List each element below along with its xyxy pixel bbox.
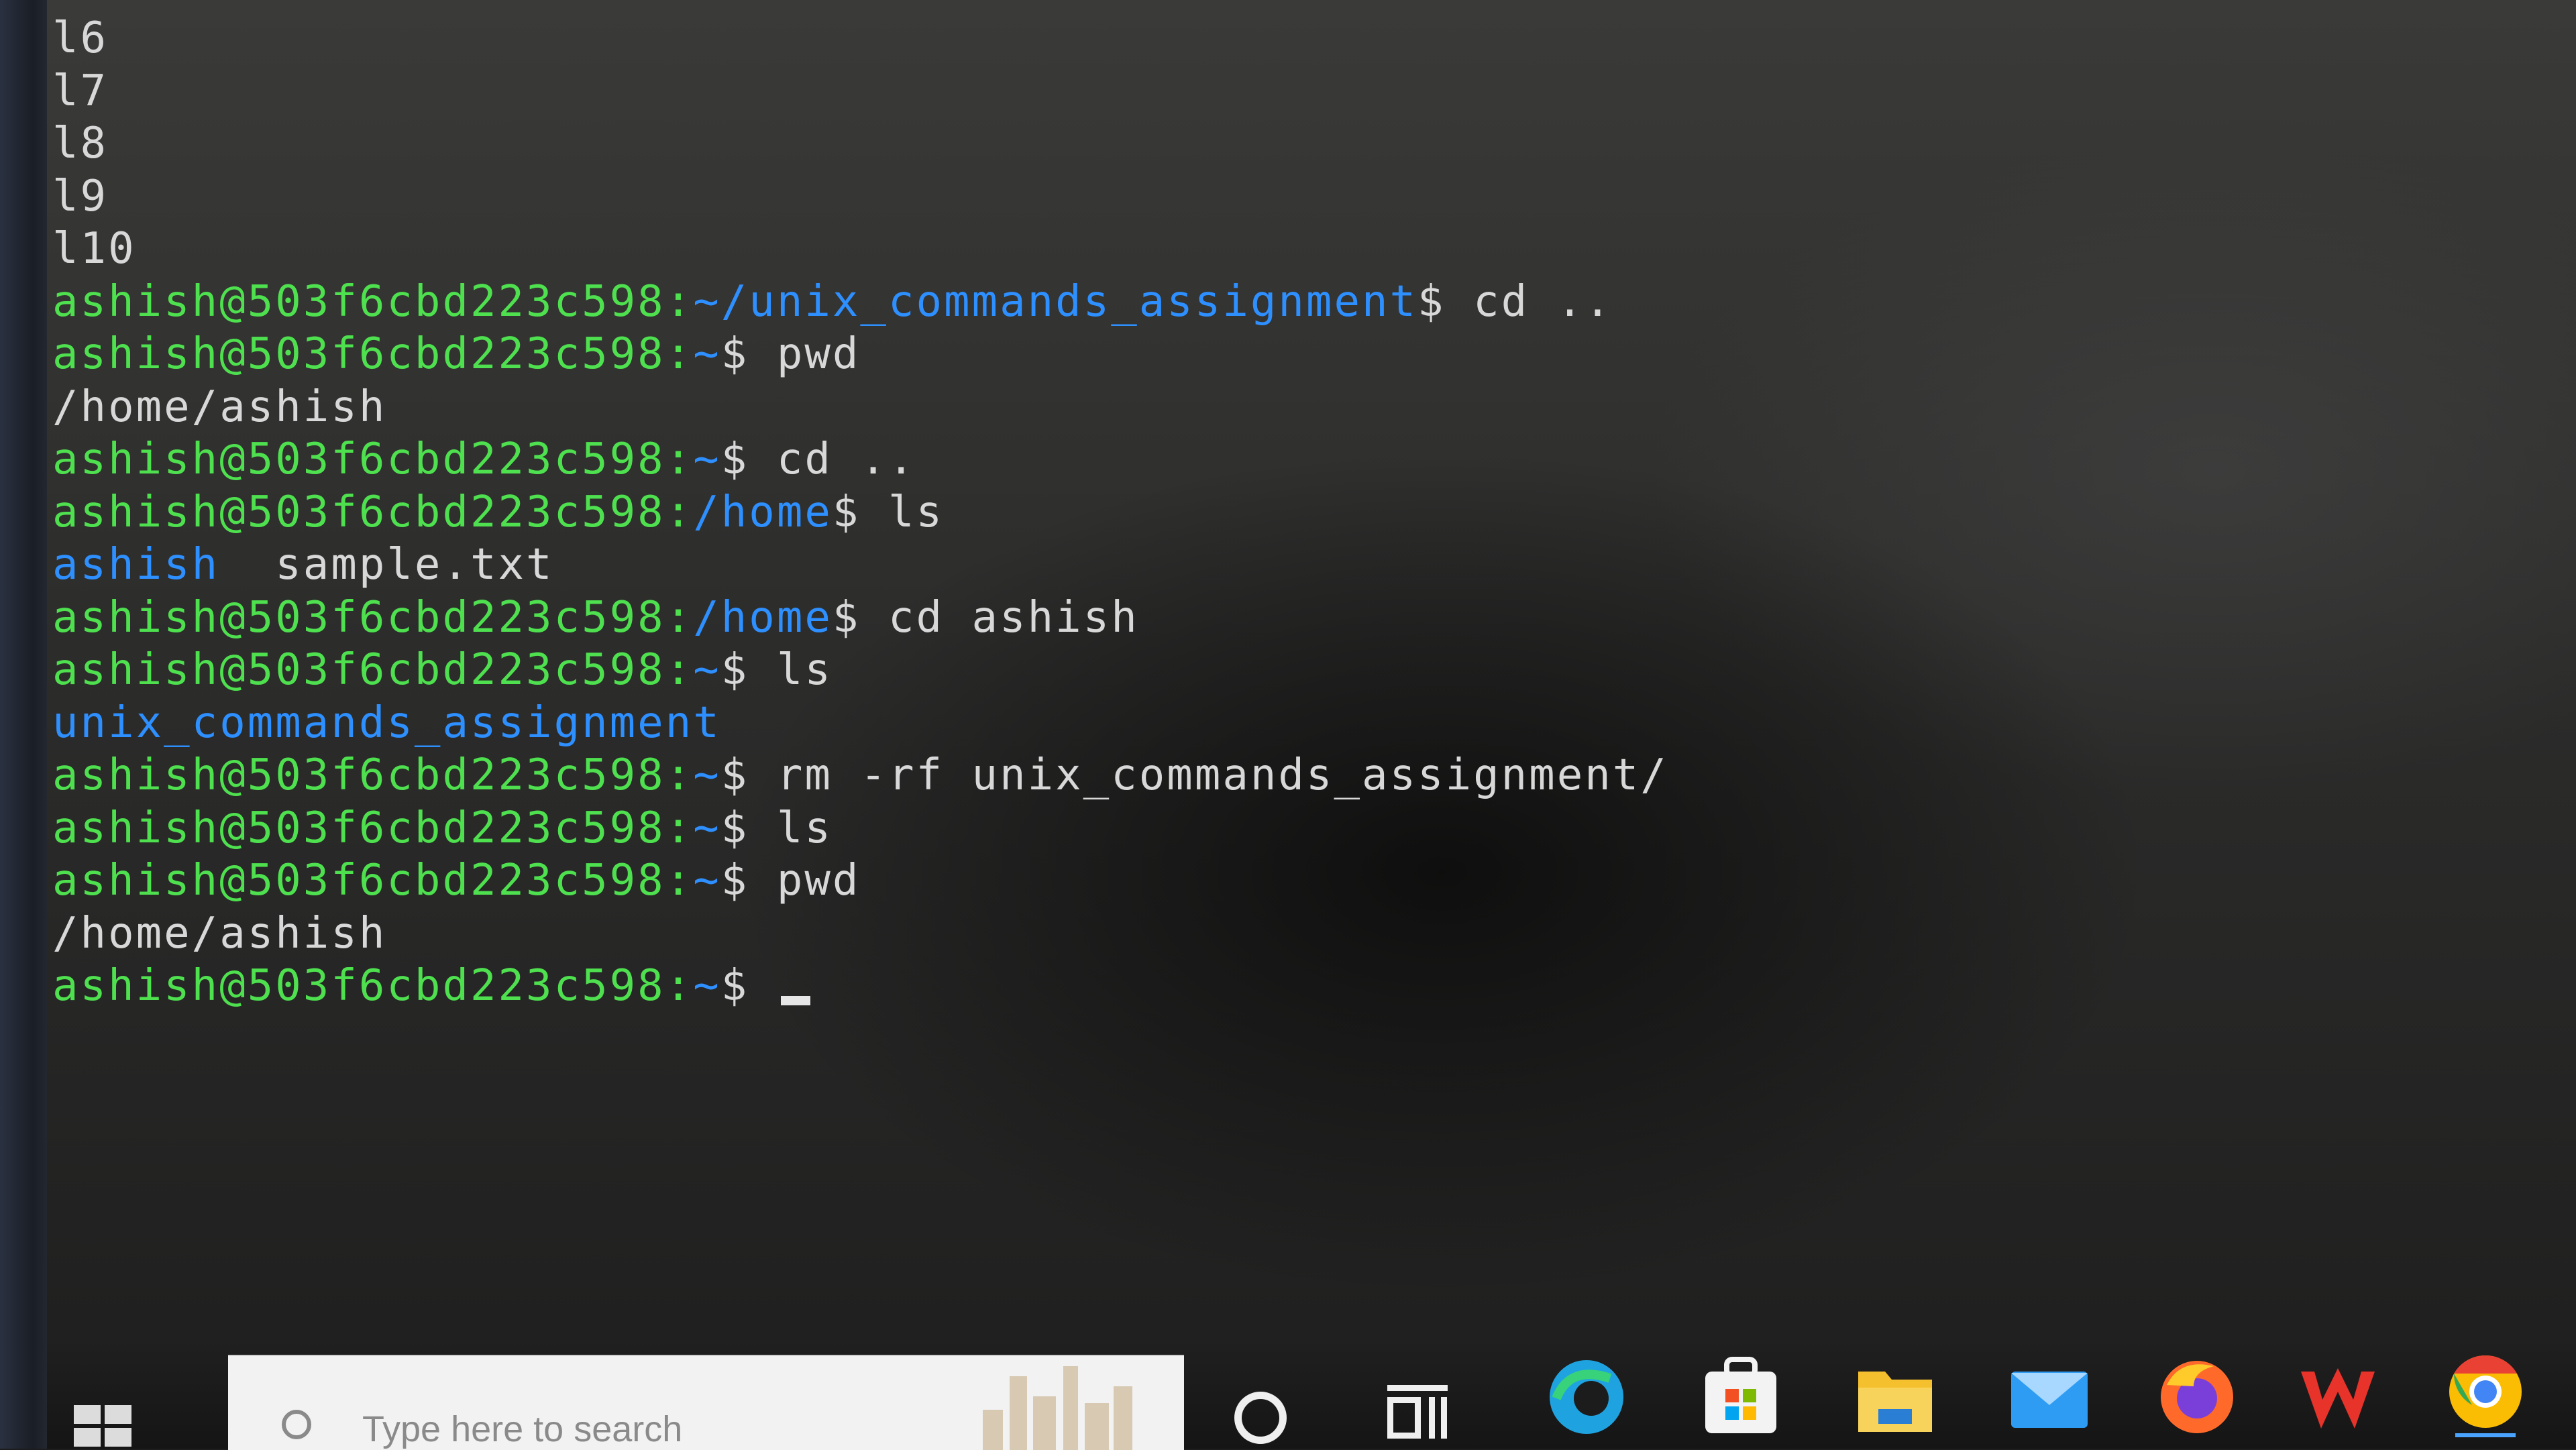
prompt-symbol: $ <box>720 645 777 695</box>
prompt-path: ~ <box>693 645 721 695</box>
ls-file-entry: sample.txt <box>275 540 554 590</box>
prompt-path: /home <box>693 487 833 537</box>
output-text: l6 <box>52 13 109 63</box>
task-view-icon[interactable] <box>1387 1385 1448 1442</box>
prompt-separator: : <box>665 329 694 379</box>
command-text: rm -rf unix_commands_assignment/ <box>776 750 1668 800</box>
terminal-line: l10 <box>52 223 2266 276</box>
terminal-line: l6 <box>52 12 2266 65</box>
prompt-path: ~ <box>693 329 721 379</box>
terminal-line: ashish sample.txt <box>52 539 2266 592</box>
output-text: /home/ashish <box>52 908 387 958</box>
prompt-path: ~ <box>693 856 721 905</box>
terminal-line: l7 <box>52 65 2266 118</box>
search-icon <box>282 1410 311 1439</box>
prompt-separator: : <box>665 487 694 537</box>
prompt-user-host: ashish@503f6cbd223c598 <box>52 276 665 327</box>
prompt-symbol: $ <box>720 961 777 1011</box>
prompt-symbol: $ <box>720 750 777 800</box>
prompt-separator: : <box>665 645 694 695</box>
mail-icon[interactable] <box>2006 1351 2093 1439</box>
output-text: l8 <box>52 119 109 168</box>
monitor-bezel <box>0 0 47 1449</box>
prompt-user-host: ashish@503f6cbd223c598 <box>52 329 665 379</box>
prompt-user-host: ashish@503f6cbd223c598 <box>52 856 665 905</box>
prompt-separator: : <box>665 592 694 643</box>
prompt-user-host: ashish@503f6cbd223c598 <box>52 592 665 643</box>
prompt-user-host: ashish@503f6cbd223c598 <box>52 645 665 695</box>
edge-icon[interactable] <box>1543 1351 1630 1439</box>
terminal-line: ashish@503f6cbd223c598:~$ cd .. <box>52 433 2266 486</box>
output-text: l9 <box>52 171 109 221</box>
prompt-path: ~ <box>693 750 721 800</box>
prompt-user-host: ashish@503f6cbd223c598 <box>52 487 665 537</box>
command-text: cd .. <box>1473 276 1613 327</box>
chrome-icon[interactable] <box>2442 1351 2529 1439</box>
prompt-separator: : <box>665 803 694 853</box>
terminal-line: ashish@503f6cbd223c598:~$ pwd <box>52 328 2266 381</box>
command-text: ls <box>888 487 944 537</box>
prompt-user-host: ashish@503f6cbd223c598 <box>52 803 665 853</box>
search-highlight-image <box>969 1363 1144 1450</box>
prompt-symbol: $ <box>720 329 777 379</box>
search-placeholder: Type here to search <box>362 1409 683 1449</box>
prompt-user-host: ashish@503f6cbd223c598 <box>52 435 665 484</box>
output-text: /home/ashish <box>52 382 387 432</box>
prompt-path: /home <box>693 592 833 643</box>
command-text: ls <box>776 803 833 853</box>
prompt-user-host: ashish@503f6cbd223c598 <box>52 961 665 1011</box>
prompt-separator: : <box>665 961 694 1011</box>
prompt-symbol: $ <box>720 803 777 853</box>
terminal-line: ashish@503f6cbd223c598:~$ rm -rf unix_co… <box>52 749 2266 802</box>
cortana-icon[interactable] <box>1234 1392 1287 1444</box>
prompt-separator: : <box>665 276 694 327</box>
wps-office-icon[interactable] <box>2294 1351 2381 1439</box>
terminal-line: l9 <box>52 170 2266 223</box>
output-text: l7 <box>52 66 109 116</box>
windows-start-icon[interactable] <box>74 1405 134 1449</box>
output-text: l10 <box>52 224 136 274</box>
prompt-separator: : <box>665 856 694 905</box>
prompt-separator: : <box>665 750 694 800</box>
terminal-cursor <box>780 996 810 1005</box>
terminal-line: ashish@503f6cbd223c598:~$ <box>52 960 2266 1013</box>
terminal-window[interactable]: l6 l7 l8 l9 l10 ashish@503f6cbd223c598:~/unix… <box>52 12 2266 1018</box>
terminal-line: l8 <box>52 117 2266 170</box>
terminal-line: ashish@503f6cbd223c598:~$ pwd <box>52 854 2266 907</box>
prompt-path: ~ <box>693 435 721 484</box>
prompt-symbol: $ <box>720 435 777 484</box>
command-text: pwd <box>776 329 861 379</box>
command-text: pwd <box>776 856 861 905</box>
terminal-line: ashish@503f6cbd223c598:~$ ls <box>52 802 2266 855</box>
store-icon[interactable] <box>1697 1351 1784 1439</box>
terminal-line: ashish@503f6cbd223c598:~/unix_commands_a… <box>52 276 2266 329</box>
terminal-line: ashish@503f6cbd223c598:~$ ls <box>52 644 2266 697</box>
terminal-line: ashish@503f6cbd223c598:/home$ cd ashish <box>52 592 2266 645</box>
file-explorer-icon[interactable] <box>1851 1351 1939 1439</box>
firefox-icon[interactable] <box>2153 1351 2241 1439</box>
command-text: ls <box>776 645 833 695</box>
command-text: cd .. <box>776 435 916 484</box>
terminal-line: /home/ashish <box>52 381 2266 434</box>
ls-directory-entry: unix_commands_assignment <box>52 698 721 748</box>
prompt-separator: : <box>665 435 694 484</box>
ls-directory-entry: ashish <box>52 540 220 590</box>
command-text: cd ashish <box>888 592 1139 643</box>
prompt-symbol: $ <box>832 592 888 643</box>
prompt-symbol: $ <box>832 487 888 537</box>
taskbar-search-box[interactable]: Type here to search <box>228 1355 1184 1450</box>
terminal-line: unix_commands_assignment <box>52 697 2266 750</box>
prompt-symbol: $ <box>1417 276 1474 327</box>
terminal-line: ashish@503f6cbd223c598:/home$ ls <box>52 486 2266 539</box>
prompt-symbol: $ <box>720 856 777 905</box>
prompt-path: ~ <box>693 803 721 853</box>
prompt-path: ~/unix_commands_assignment <box>693 276 1418 327</box>
prompt-path: ~ <box>693 961 721 1011</box>
prompt-user-host: ashish@503f6cbd223c598 <box>52 750 665 800</box>
terminal-line: /home/ashish <box>52 907 2266 960</box>
